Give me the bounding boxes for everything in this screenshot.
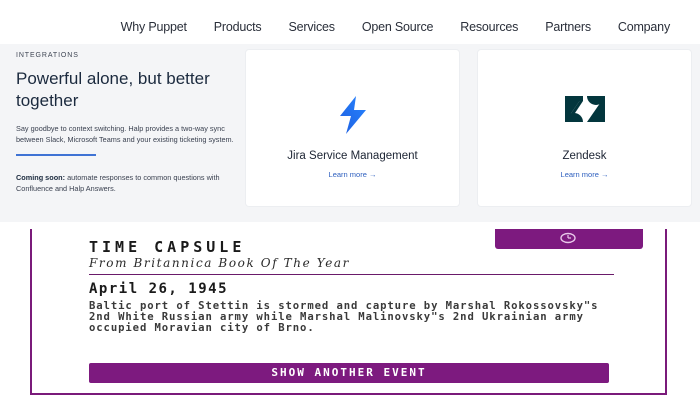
nav-open-source[interactable]: Open Source: [362, 20, 434, 34]
accent-divider: [16, 154, 96, 156]
zendesk-card[interactable]: Zendesk Learn more →: [478, 50, 691, 206]
zendesk-icon: [563, 94, 607, 129]
top-navigation: Why Puppet Products Services Open Source…: [0, 0, 700, 45]
nav-resources[interactable]: Resources: [460, 20, 518, 34]
jira-learn-more-link[interactable]: Learn more →: [246, 170, 459, 179]
integrations-section: INTEGRATIONS Powerful alone, but better …: [0, 44, 700, 222]
capsule-subtitle: From Britannica Book Of The Year: [89, 256, 351, 270]
capsule-divider: [89, 274, 614, 275]
nav-services[interactable]: Services: [288, 20, 335, 34]
section-description: Say goodbye to context switching. Halp p…: [16, 124, 234, 144]
capsule-title: TIME CAPSULE: [89, 238, 246, 256]
jira-card-title: Jira Service Management: [287, 150, 418, 162]
integrations-intro: INTEGRATIONS Powerful alone, but better …: [16, 52, 241, 194]
event-description: Baltic port of Stettin is stormed and ca…: [89, 300, 599, 334]
clock-icon: [559, 231, 577, 249]
capsule-ribbon: [495, 229, 643, 249]
jira-icon: [332, 94, 374, 141]
nav-company[interactable]: Company: [618, 20, 670, 34]
nav-links: Why Puppet Products Services Open Source…: [121, 20, 671, 34]
zendesk-card-title: Zendesk: [562, 150, 607, 162]
nav-partners[interactable]: Partners: [545, 20, 591, 34]
jira-card[interactable]: Jira Service Management Learn more →: [246, 50, 459, 206]
time-capsule-widget: TIME CAPSULE From Britannica Book Of The…: [30, 229, 667, 395]
show-another-event-button[interactable]: SHOW ANOTHER EVENT: [89, 363, 609, 383]
zendesk-learn-more-link[interactable]: Learn more →: [478, 170, 691, 179]
nav-why-puppet[interactable]: Why Puppet: [121, 20, 187, 34]
coming-soon-label: Coming soon:: [16, 173, 66, 182]
coming-soon-note: Coming soon: automate responses to commo…: [16, 173, 241, 194]
section-headline: Powerful alone, but better together: [16, 69, 210, 110]
event-date: April 26, 1945: [89, 281, 229, 297]
section-eyebrow: INTEGRATIONS: [16, 52, 79, 59]
nav-products[interactable]: Products: [214, 20, 262, 34]
